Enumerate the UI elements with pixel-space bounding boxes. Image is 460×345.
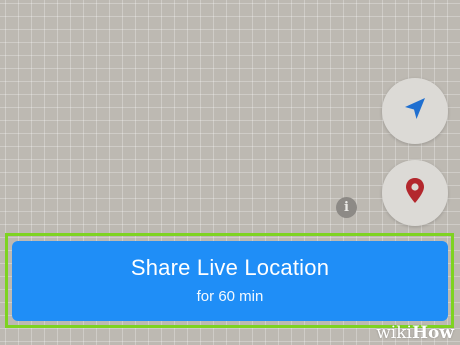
- share-live-location-button[interactable]: Share Live Location for 60 min: [12, 241, 448, 321]
- wikihow-watermark: wikiHow: [376, 323, 454, 343]
- my-location-button[interactable]: [382, 78, 448, 144]
- info-glyph: i: [344, 200, 349, 215]
- location-pin-icon: [402, 176, 428, 211]
- share-button-subtitle: for 60 min: [196, 288, 264, 305]
- info-icon[interactable]: i: [336, 197, 357, 218]
- send-pin-button[interactable]: [382, 160, 448, 226]
- share-button-title: Share Live Location: [130, 255, 330, 280]
- navigation-arrow-icon: [400, 94, 430, 129]
